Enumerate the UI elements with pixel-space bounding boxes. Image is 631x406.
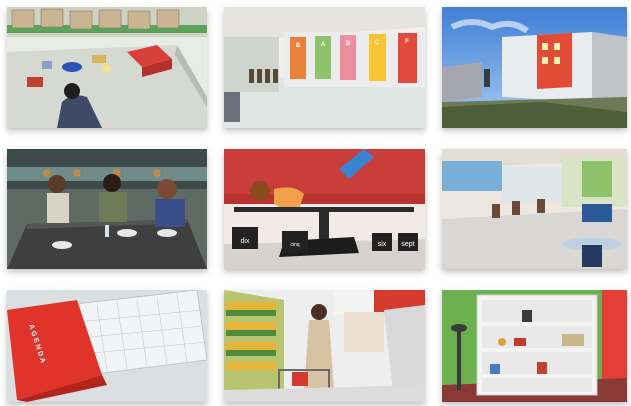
- house-exterior-scene: [442, 7, 627, 128]
- tile-supermarket: [224, 290, 425, 402]
- hallway-scene: B A D C F: [224, 7, 425, 128]
- tile-toy-table: [7, 7, 207, 128]
- agenda-scene: AGENDA: [7, 290, 207, 402]
- door-label-c: C: [375, 40, 380, 46]
- weight-label-cinq: cinq: [290, 242, 299, 248]
- door-label-d: D: [346, 41, 351, 47]
- tile-office-lounge: [442, 149, 627, 269]
- tile-shelving-unit: [442, 290, 627, 402]
- weight-label-dix: dix: [241, 238, 250, 245]
- door-label-f: F: [405, 39, 409, 45]
- weight-label-sept: sept: [401, 241, 414, 248]
- tile-hallway: B A D C F: [224, 7, 425, 128]
- shelving-unit-scene: [442, 290, 627, 402]
- office-lounge-scene: [442, 149, 627, 269]
- image-grid: B A D C F dix cinq six sept AGENDA: [0, 0, 631, 406]
- door-label-b: B: [296, 43, 301, 49]
- supermarket-scene: [224, 290, 425, 402]
- tile-balance-scale: dix cinq six sept: [224, 149, 425, 269]
- toy-table-scene: [7, 7, 207, 128]
- dining-table-scene: [7, 149, 207, 269]
- balance-scale-scene: dix cinq six sept: [224, 149, 425, 269]
- tile-house-exterior: [442, 7, 627, 128]
- tile-agenda: AGENDA: [7, 290, 207, 402]
- door-label-a: A: [321, 42, 326, 48]
- tile-dining-table: [7, 149, 207, 269]
- weight-label-six: six: [378, 241, 387, 248]
